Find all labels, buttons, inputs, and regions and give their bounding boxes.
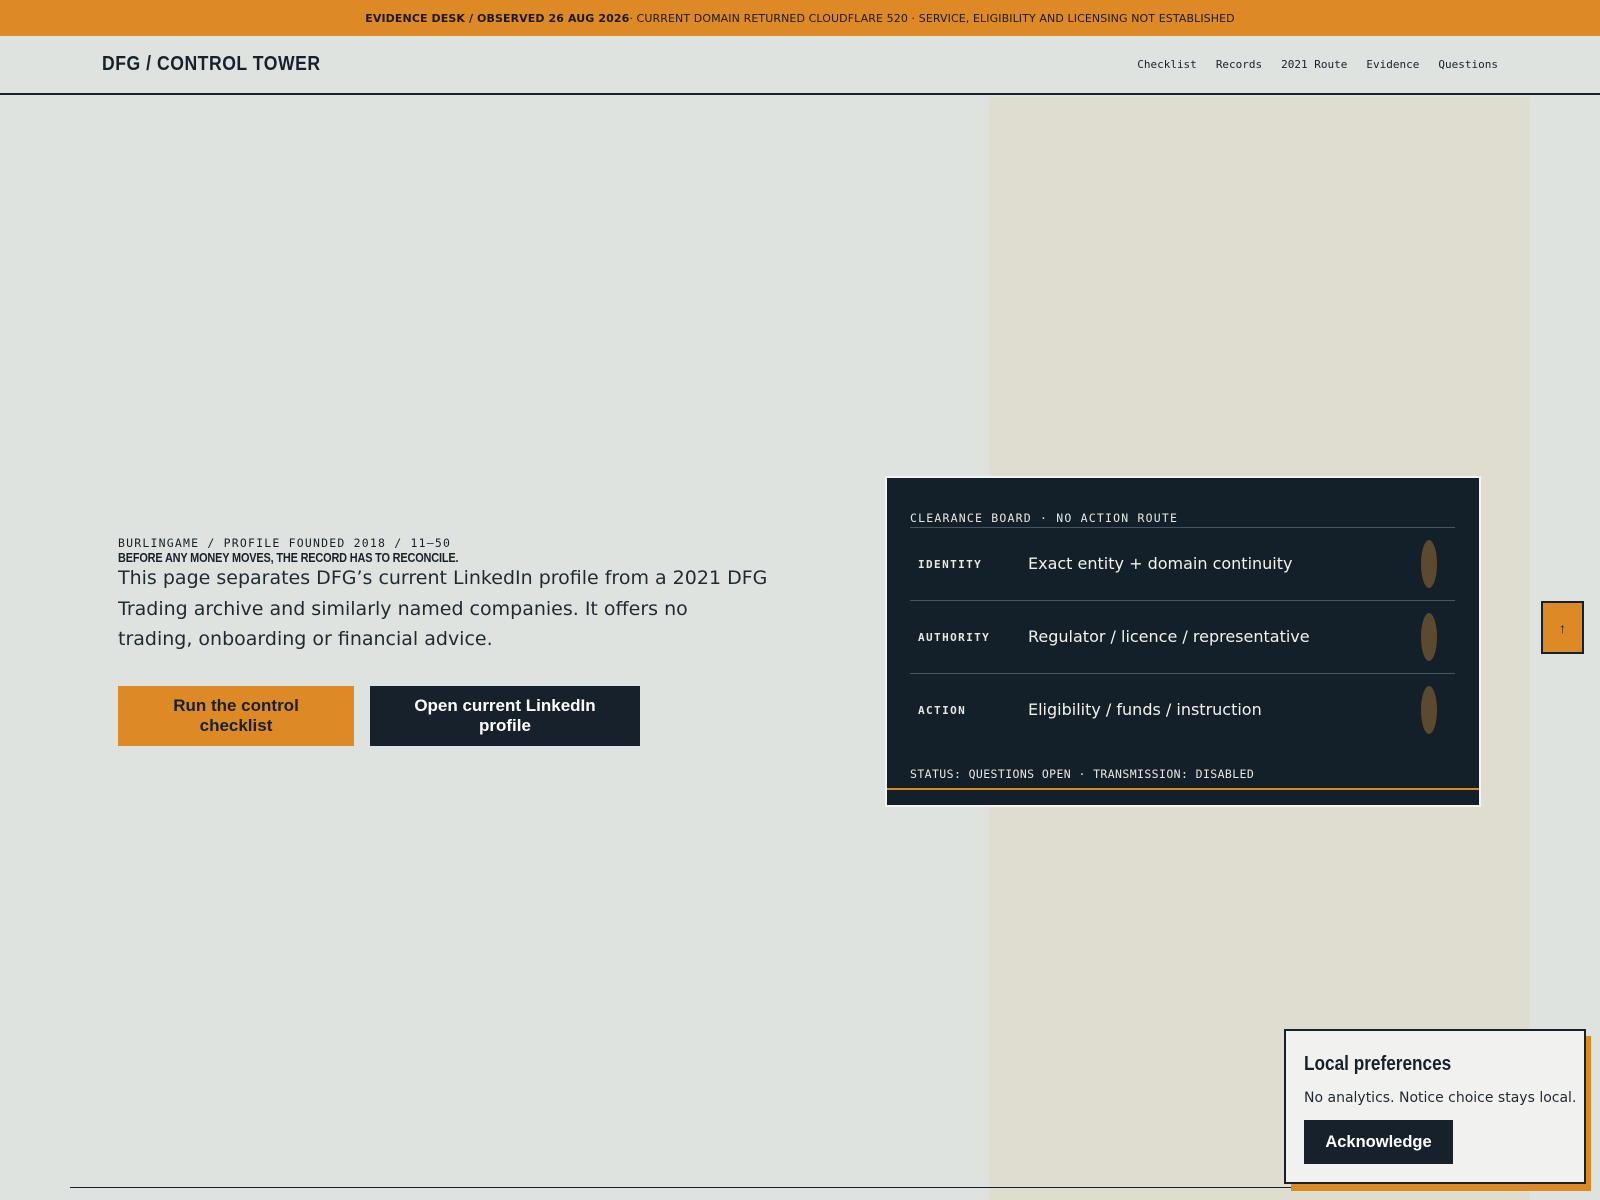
hero-eyebrow: BURLINGAME / PROFILE FOUNDED 2018 / 11–5… xyxy=(118,536,452,550)
prefs-text: No analytics. Notice choice stays local. xyxy=(1304,1090,1577,1106)
nav-questions[interactable]: Questions xyxy=(1438,58,1498,71)
nav-checklist[interactable]: Checklist xyxy=(1137,58,1197,71)
board-accent-line xyxy=(887,788,1479,790)
board-row-authority: AUTHORITY Regulator / licence / represen… xyxy=(910,600,1455,673)
acknowledge-button[interactable]: Acknowledge xyxy=(1304,1120,1453,1164)
board-title: CLEARANCE BOARD · NO ACTION ROUTE xyxy=(910,511,1179,525)
row-value: Exact entity + domain continuity xyxy=(1028,554,1293,573)
brand-logo[interactable]: DFG / CONTROL TOWER xyxy=(102,53,321,76)
row-value: Regulator / licence / representative xyxy=(1028,627,1310,646)
notice-text: · CURRENT DOMAIN RETURNED CLOUDFLARE 520… xyxy=(629,11,1235,25)
hero-actions: Run the control checklist Open current L… xyxy=(118,686,640,746)
status-dot-icon xyxy=(1421,613,1437,661)
hero-lede: This page separates DFG’s current Linked… xyxy=(118,567,768,650)
preferences-dialog: Local preferences No analytics. Notice c… xyxy=(1284,1029,1586,1184)
row-value: Eligibility / funds / instruction xyxy=(1028,700,1262,719)
row-key: IDENTITY xyxy=(918,558,983,571)
board-row-action: ACTION Eligibility / funds / instruction xyxy=(910,673,1455,746)
site-header: DFG / CONTROL TOWER Checklist Records 20… xyxy=(0,36,1600,95)
nav-records[interactable]: Records xyxy=(1216,58,1262,71)
board-row-identity: IDENTITY Exact entity + domain continuit… xyxy=(910,527,1455,600)
prefs-title: Local preferences xyxy=(1304,1053,1452,1075)
footer-divider xyxy=(70,1187,1370,1188)
notice-bar: EVIDENCE DESK / OBSERVED 26 AUG 2026 · C… xyxy=(0,0,1600,36)
board-rows: IDENTITY Exact entity + domain continuit… xyxy=(910,527,1455,746)
row-key: AUTHORITY xyxy=(918,631,991,644)
row-key: ACTION xyxy=(918,704,967,717)
board-status: STATUS: QUESTIONS OPEN · TRANSMISSION: D… xyxy=(910,767,1255,781)
open-linkedin-button[interactable]: Open current LinkedIn profile xyxy=(370,686,640,746)
clearance-board: CLEARANCE BOARD · NO ACTION ROUTE IDENTI… xyxy=(885,476,1481,807)
status-dot-icon xyxy=(1421,686,1437,734)
arrow-up-icon: ↑ xyxy=(1559,619,1566,636)
notice-lead: EVIDENCE DESK / OBSERVED 26 AUG 2026 xyxy=(365,11,630,25)
nav-evidence[interactable]: Evidence xyxy=(1366,58,1419,71)
nav-2021-route[interactable]: 2021 Route xyxy=(1281,58,1347,71)
run-checklist-button[interactable]: Run the control checklist xyxy=(118,686,354,746)
status-dot-icon xyxy=(1421,540,1437,588)
back-to-top-button[interactable]: ↑ xyxy=(1541,601,1584,654)
main-nav: Checklist Records 2021 Route Evidence Qu… xyxy=(1137,58,1498,71)
